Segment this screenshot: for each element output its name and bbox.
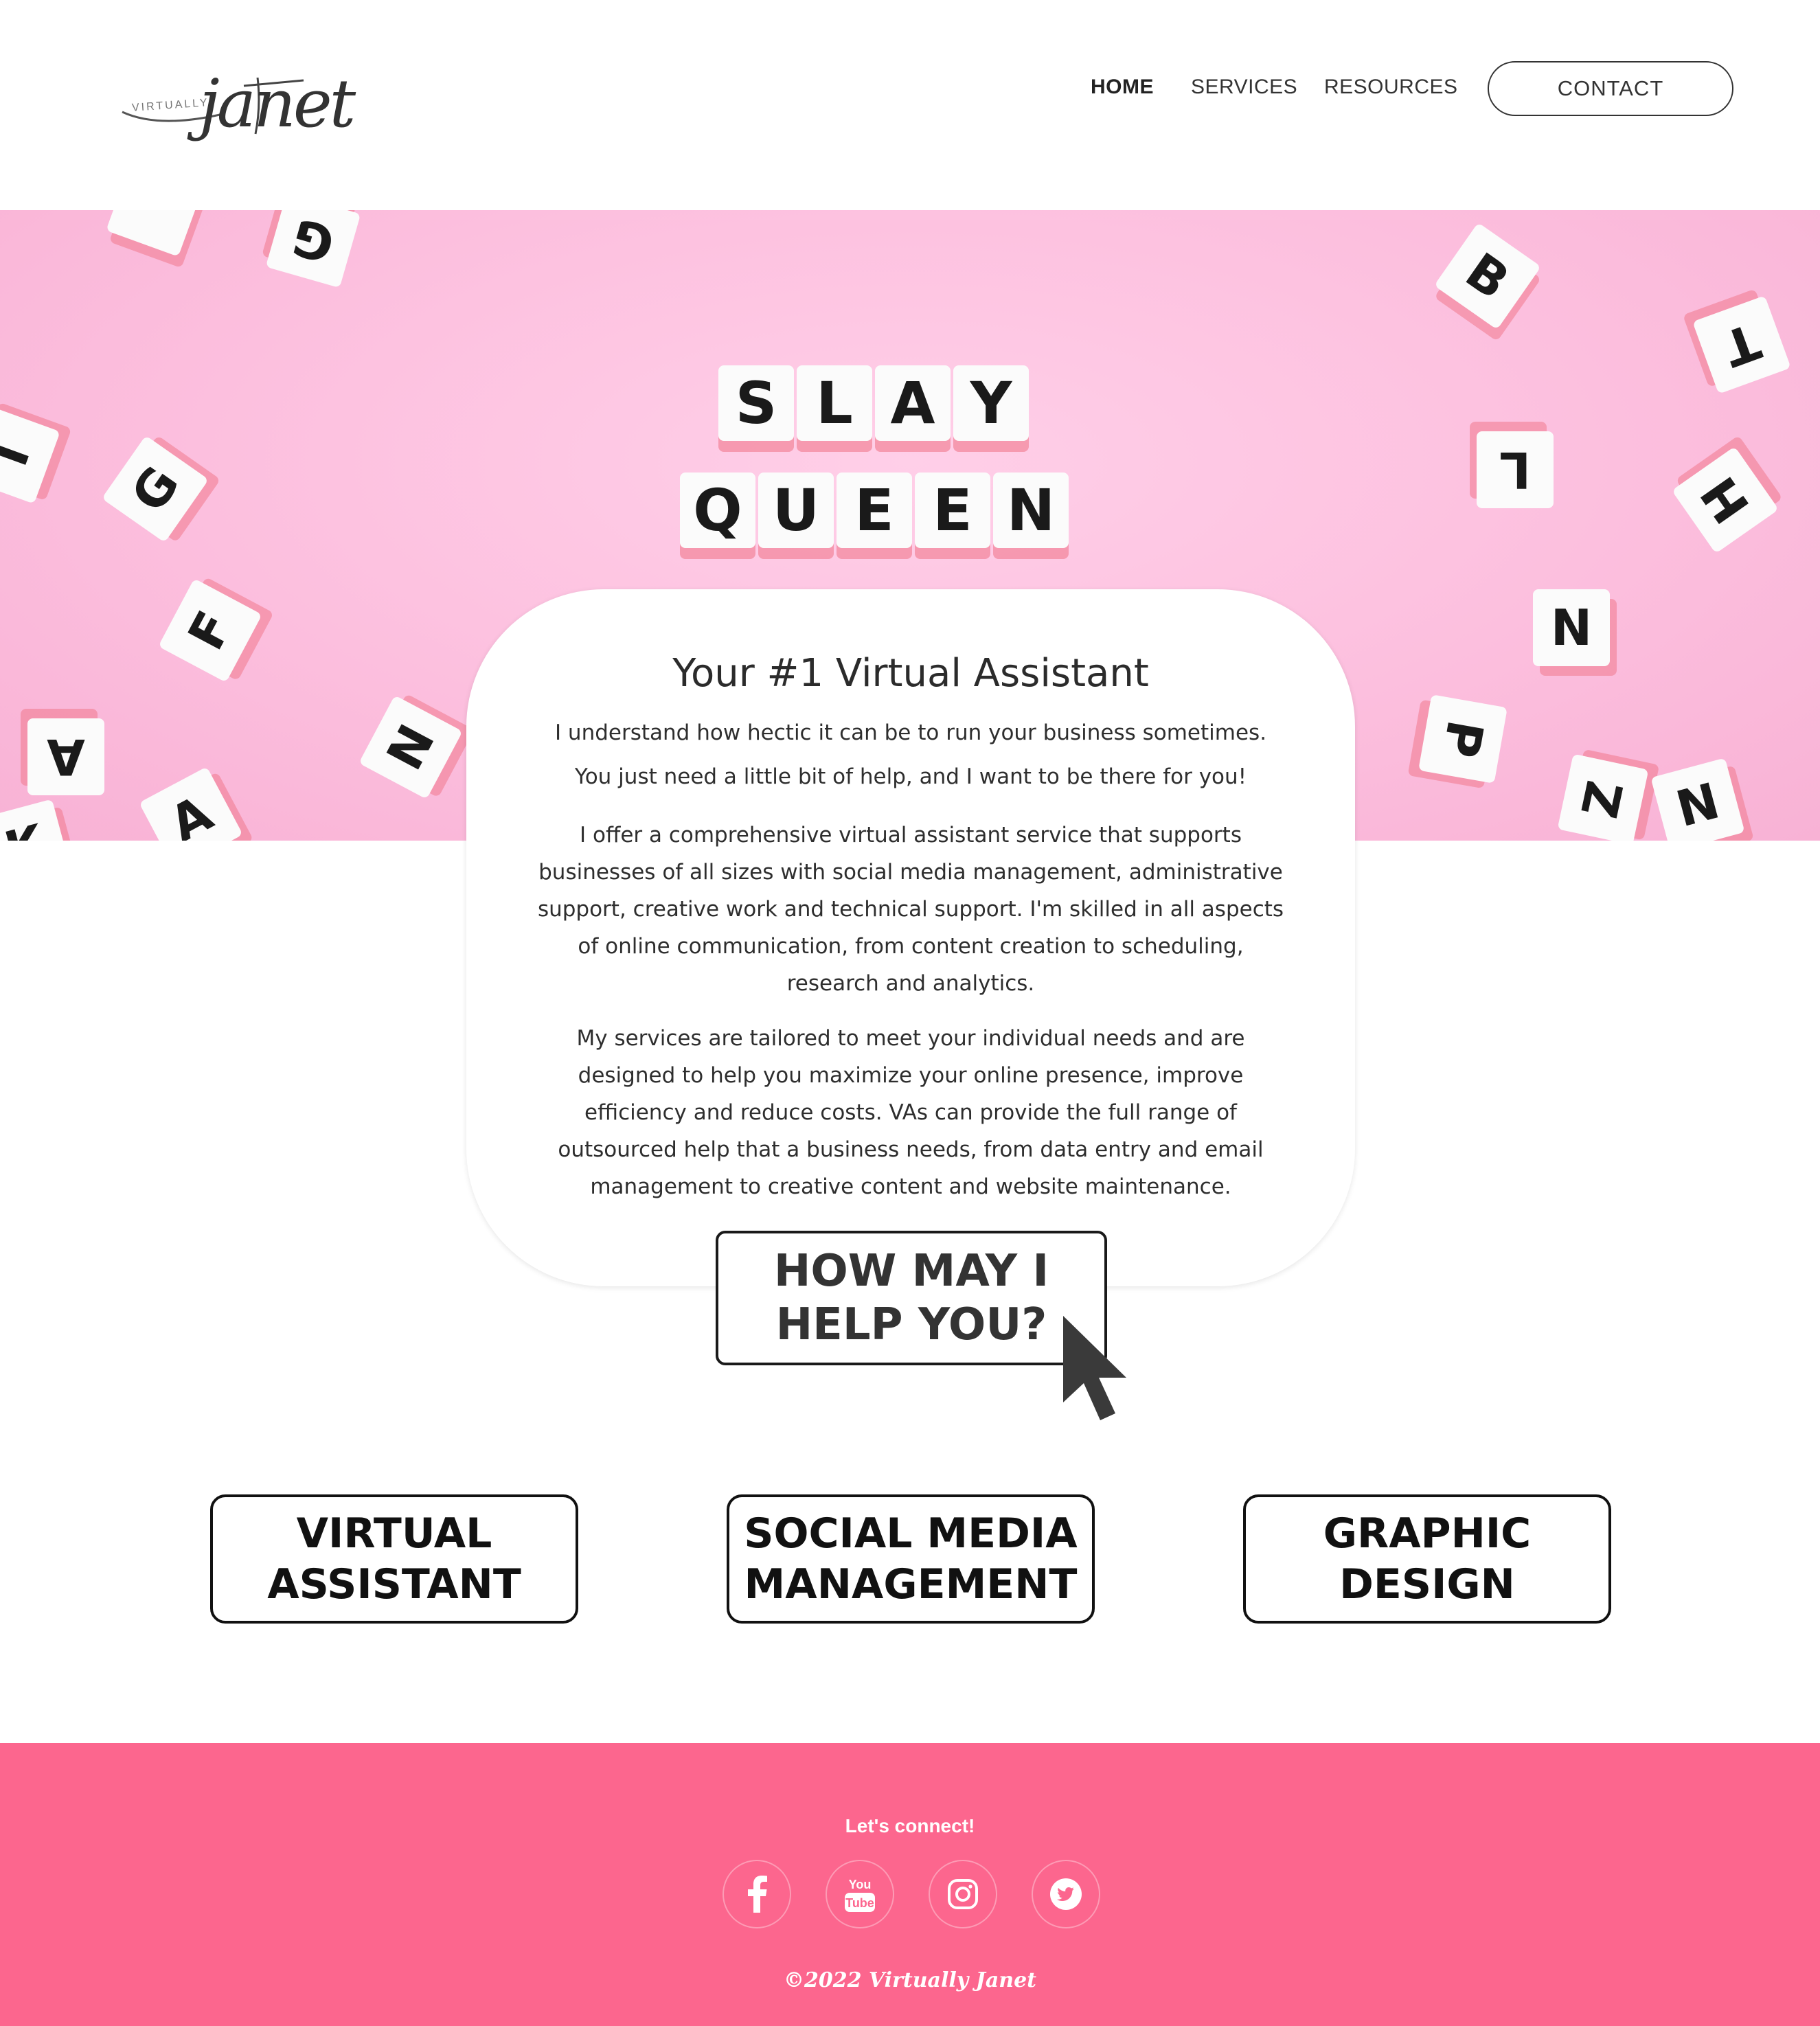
letter-tile: N [1533,589,1610,666]
letter-tile: T [1692,295,1791,394]
intro-paragraph: My services are tailored to meet your in… [558,1026,1264,1199]
pointer-cursor-icon [1063,1316,1126,1420]
facebook-icon [748,1876,767,1913]
letter-tile: H [1672,446,1779,554]
youtube-icon: You Tube [845,1878,875,1912]
nav-resources[interactable]: RESOURCES [1324,76,1458,99]
headline-tile: U [758,473,834,548]
how-may-i-help-button[interactable]: HOW MAY I HELP YOU? [716,1231,1107,1365]
headline-tile: Y [953,365,1029,441]
help-button-line: HELP YOU? [775,1299,1047,1350]
headline-tile: Q [680,473,755,548]
letter-tile: P [1418,694,1508,784]
twitter-icon [1050,1878,1082,1910]
svg-text:You: You [849,1878,872,1891]
site-header: VIRTUALLY janet HOME SERVICES RESOURCES … [0,0,1820,210]
headline-tile: L [797,365,872,441]
letter-tile: F [158,578,262,683]
social-media-management-button[interactable]: SOCIAL MEDIA MANAGEMENT [727,1494,1095,1624]
youtube-link[interactable]: You Tube [826,1860,894,1928]
logo-script-text: janet [199,65,356,142]
twitter-link[interactable] [1032,1860,1100,1928]
letter-tile: G [265,210,361,288]
intro-paragraph: I offer a comprehensive virtual assistan… [537,823,1284,996]
letter-tile: G [102,435,209,543]
instagram-icon [948,1879,978,1909]
site-logo[interactable]: VIRTUALLY janet [117,65,356,161]
virtual-assistant-button[interactable]: VIRTUAL ASSISTANT [210,1494,578,1624]
letter-tile: N [1650,758,1745,841]
facebook-link[interactable] [723,1860,791,1928]
letter-tile: Z [1557,753,1649,841]
intro-paragraph: I understand how hectic it can be to run… [554,720,1267,789]
nav-services[interactable]: SERVICES [1191,76,1297,99]
letter-tile: I [0,405,60,504]
site-footer: Let's connect! You Tube ©2022 Virtually … [0,1743,1820,2026]
letter-tile: L [1477,431,1554,508]
intro-card: Your #1 Virtual Assistant I understand h… [466,589,1355,1286]
letter-tile: B [1434,223,1541,330]
headline-tile: S [718,365,794,441]
intro-title: Your #1 Virtual Assistant [672,651,1149,696]
headline-tile: A [875,365,951,441]
headline-tile: N [993,473,1069,548]
svg-text:Tube: Tube [845,1896,874,1910]
copyright-text: ©2022 Virtually Janet [783,1968,1037,1992]
footer-heading: Let's connect! [845,1815,975,1836]
graphic-design-button[interactable]: GRAPHIC DESIGN [1243,1494,1611,1624]
letter-tile: A [27,718,104,795]
service-label: MANAGEMENT [744,1560,1078,1608]
letter-tile: K [0,799,72,841]
service-label: GRAPHIC [1323,1510,1532,1558]
service-label: VIRTUAL [296,1510,492,1558]
letter-tile: A [139,766,243,841]
nav-home[interactable]: HOME [1091,76,1154,99]
help-button-line: HOW MAY I [773,1246,1049,1297]
letter-tile: N [359,695,463,799]
service-label: DESIGN [1339,1560,1515,1608]
service-label: SOCIAL MEDIA [744,1510,1078,1558]
headline-tile: E [915,473,990,548]
letter-tile [106,210,205,257]
contact-button[interactable]: CONTACT [1488,61,1733,116]
service-label: ASSISTANT [267,1560,521,1608]
headline-tile: E [837,473,912,548]
instagram-link[interactable] [929,1860,997,1928]
